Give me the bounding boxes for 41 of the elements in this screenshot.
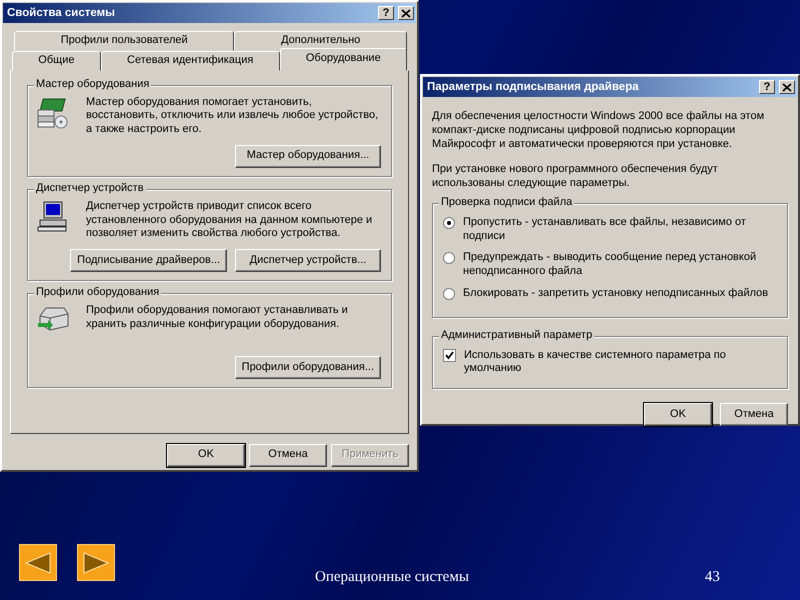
help-button[interactable]: ? — [759, 80, 775, 94]
dialog-button[interactable]: OK — [167, 444, 245, 466]
radio-button[interactable] — [443, 216, 455, 229]
tab[interactable]: Сетевая идентификация — [100, 50, 280, 70]
description: При установке нового программного обеспечения будут использованы следующие параметры. — [432, 163, 719, 191]
description: Профили оборудования помогают устанавливать и хранить различные конфигурации оборудования. — [86, 304, 349, 332]
option-label[interactable]: Блокировать - запретить установку неподписанных файлов — [463, 286, 768, 300]
close-button[interactable] — [779, 80, 795, 94]
group-title: Проверка подписи файла — [439, 196, 574, 210]
radio-button[interactable] — [443, 288, 455, 300]
group-title: Профили оборудования — [34, 286, 162, 300]
dialog-button[interactable]: Отмена — [249, 444, 327, 466]
page-number: 43 — [704, 568, 720, 588]
description: Диспетчер устройств приводит список всего установленного оборудования на данном компьютере и позволяет изменить свойства любого устройства. — [86, 200, 374, 241]
tab[interactable]: Оборудование — [280, 48, 407, 70]
forward-button[interactable] — [77, 544, 115, 581]
tab[interactable]: Общие — [12, 50, 101, 70]
tab[interactable]: Профили пользователей — [14, 31, 234, 51]
dialog-button[interactable]: Мастер оборудования... — [235, 144, 381, 168]
close-button[interactable] — [398, 6, 414, 20]
checkbox[interactable] — [443, 348, 456, 362]
dialog-button[interactable]: Отмена — [720, 403, 788, 426]
group-title: Диспетчер устройств — [34, 182, 146, 196]
description: Для обеспечения целостности Windows 2000 все файлы на этом компакт-диске подписаны цифровой подписью корпорации Майкрософт и автоматически проверяются при установке. — [432, 110, 766, 152]
dialog-button[interactable]: OK — [644, 403, 712, 426]
radio-button[interactable] — [443, 252, 455, 264]
group-title: Административный параметр — [439, 328, 594, 342]
option-label[interactable]: Использовать в качестве системного параметра по умолчанию — [464, 348, 779, 376]
hardware-icon — [36, 96, 70, 130]
window-title: Параметры подписывания драйвера — [427, 80, 639, 94]
option-label[interactable]: Предупреждать - выводить сообщение перед установкой неподписанного файла — [463, 251, 779, 279]
back-button[interactable] — [19, 544, 57, 581]
group-title: Мастер оборудования — [34, 78, 152, 92]
slide-footer: Операционные системы — [315, 566, 469, 589]
dialog-button[interactable]: Диспетчер устройств... — [235, 249, 381, 272]
help-button[interactable]: ? — [378, 6, 394, 20]
dialog-button[interactable]: Подписывание драйверов... — [70, 249, 227, 272]
option-label[interactable]: Пропустить - устанавливать все файлы, независимо от подписи — [463, 216, 779, 244]
description: Мастер оборудования помогает установить, восстановить, отключить или извлечь любое устройство, а также настроить его. — [86, 96, 380, 137]
window-title: Свойства системы — [7, 6, 115, 20]
dialog-button[interactable]: Профили оборудования... — [234, 356, 381, 379]
